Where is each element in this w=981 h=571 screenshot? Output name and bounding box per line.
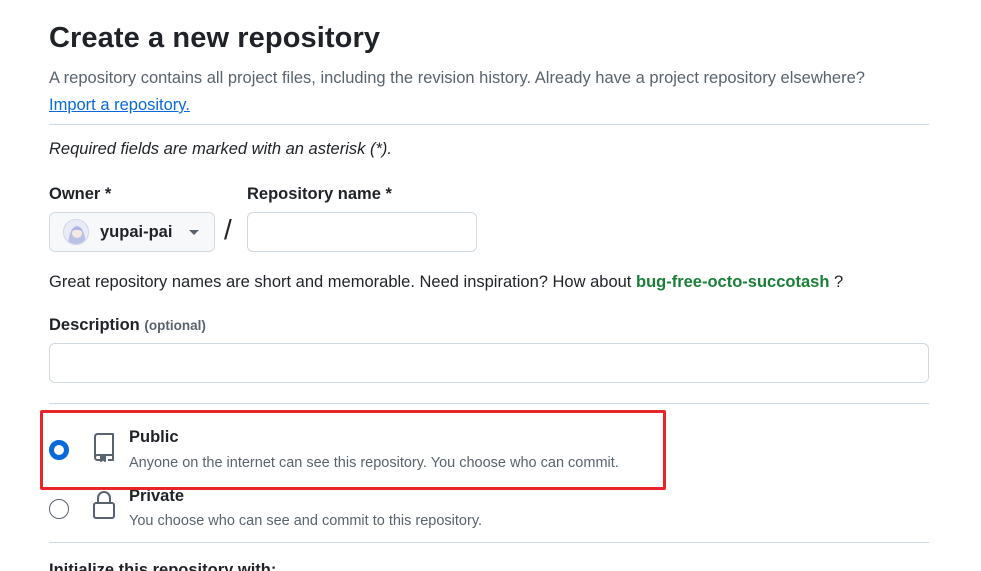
- repository-name-input[interactable]: [247, 212, 477, 252]
- chevron-down-icon: [189, 230, 199, 235]
- suggested-repo-name[interactable]: bug-free-octo-succotash: [636, 273, 829, 291]
- header-divider: [49, 124, 929, 125]
- suggestion-text: Great repository names are short and mem…: [49, 273, 632, 291]
- private-title: Private: [129, 487, 185, 505]
- import-repository-link[interactable]: Import a repository.: [49, 96, 190, 114]
- required-fields-note: Required fields are marked with an aster…: [49, 140, 392, 158]
- private-radio[interactable]: [49, 499, 69, 519]
- subtitle-text: A repository contains all project files,…: [49, 69, 865, 87]
- public-title: Public: [129, 428, 179, 446]
- description-label-text: Description: [49, 316, 140, 334]
- owner-dropdown[interactable]: yupai-pai: [49, 212, 215, 252]
- owner-name: yupai-pai: [100, 222, 173, 241]
- annotation-highlight-box: [40, 410, 666, 490]
- owner-repo-separator: /: [224, 214, 232, 245]
- suggestion-suffix: ?: [834, 273, 844, 291]
- owner-label: Owner *: [49, 185, 112, 203]
- optional-hint: (optional): [144, 318, 206, 333]
- page-subtitle: A repository contains all project files,…: [49, 65, 929, 119]
- owner-avatar: [63, 219, 89, 245]
- public-radio[interactable]: [49, 440, 69, 460]
- visibility-divider: [49, 403, 929, 404]
- public-description: Anyone on the internet can see this repo…: [129, 455, 619, 471]
- repository-name-label: Repository name *: [247, 185, 392, 203]
- description-label: Description (optional): [49, 316, 206, 335]
- initialize-divider: [49, 542, 929, 543]
- initialize-heading: Initialize this repository with:: [49, 561, 277, 571]
- page-title: Create a new repository: [49, 22, 381, 54]
- repo-icon: [92, 433, 116, 467]
- description-input[interactable]: [49, 343, 929, 383]
- private-description: You choose who can see and commit to thi…: [129, 513, 483, 529]
- name-suggestion: Great repository names are short and mem…: [49, 273, 843, 292]
- lock-icon: [92, 490, 116, 525]
